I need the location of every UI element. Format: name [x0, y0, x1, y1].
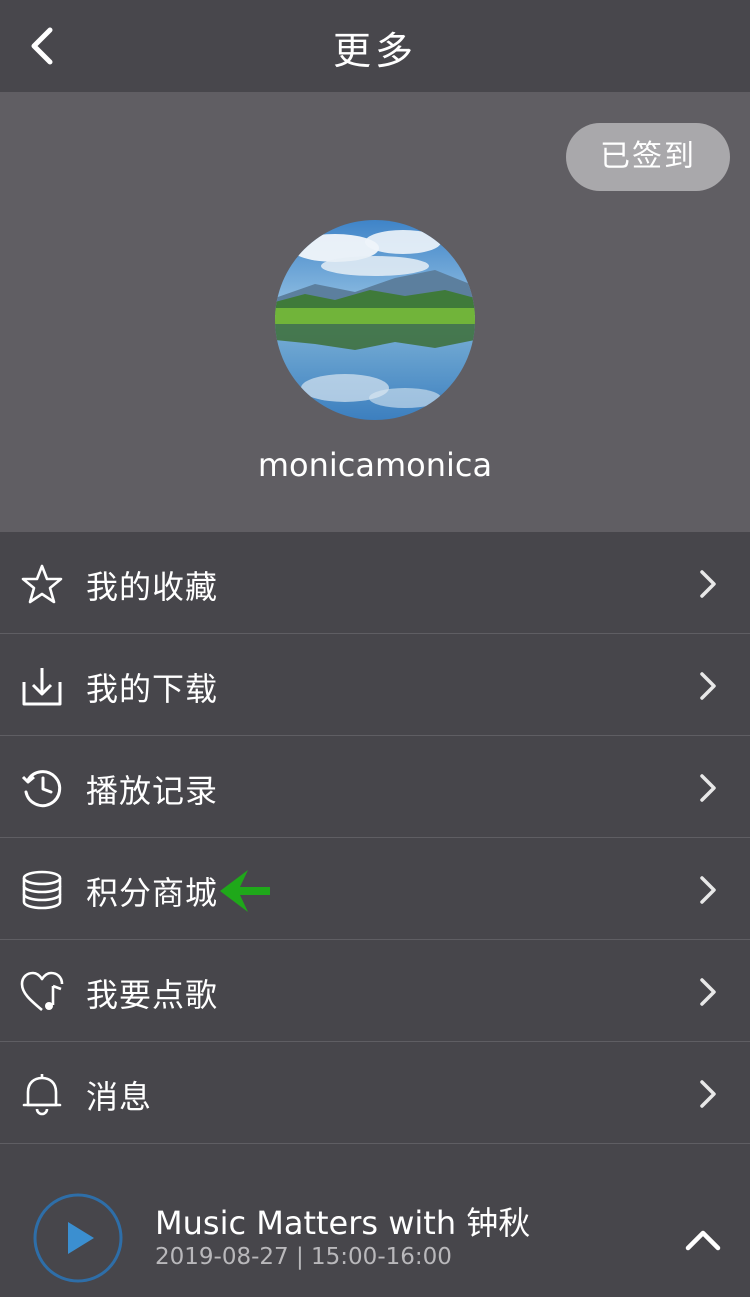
menu-item-label: 我的收藏	[86, 568, 219, 606]
menu-item-label: 我要点歌	[86, 976, 219, 1014]
menu-item-downloads[interactable]: 我的下载	[0, 634, 750, 736]
menu-item-label: 我的下载	[86, 670, 219, 708]
username: monicamonica	[257, 446, 493, 484]
heart-music-icon	[20, 971, 64, 1011]
track-time: 2019-08-27 | 15:00-16:00	[155, 1244, 452, 1270]
coins-icon	[22, 870, 62, 910]
profile-header: 已签到 monicamonica	[0, 92, 750, 532]
mini-player[interactable]: Music Matters with 钟秋 2019-08-27 | 15:00…	[0, 1170, 750, 1297]
chevron-right-icon	[700, 774, 716, 802]
menu-item-play-history[interactable]: 播放记录	[0, 736, 750, 838]
avatar[interactable]	[275, 220, 475, 420]
chevron-up-icon[interactable]	[682, 1224, 724, 1254]
page-title: 更多	[332, 29, 417, 73]
chevron-right-icon	[700, 876, 716, 904]
menu-item-favorites[interactable]: 我的收藏	[0, 532, 750, 634]
menu-item-messages[interactable]: 消息	[0, 1042, 750, 1144]
menu-item-request-song[interactable]: 我要点歌	[0, 940, 750, 1042]
chevron-right-icon	[700, 672, 716, 700]
history-icon	[21, 770, 62, 808]
menu-item-label: 积分商城	[86, 874, 219, 912]
bell-icon	[22, 1074, 62, 1116]
track-title: Music Matters with 钟秋	[155, 1204, 531, 1242]
menu-item-points-mall[interactable]: 积分商城	[0, 838, 750, 940]
chevron-right-icon	[700, 570, 716, 598]
checkin-button[interactable]: 已签到	[566, 123, 730, 191]
menu-item-label: 播放记录	[86, 772, 219, 810]
annotation-arrow-icon	[220, 870, 270, 912]
play-icon	[68, 1222, 94, 1254]
top-nav-bar: 更多	[0, 0, 750, 92]
menu-item-label: 消息	[86, 1078, 153, 1116]
menu-list: 我的收藏 我的下载 播放记录 积分商城 我要点歌 消息	[0, 532, 750, 1144]
star-icon	[21, 564, 63, 604]
chevron-right-icon	[700, 1080, 716, 1108]
chevron-right-icon	[700, 978, 716, 1006]
play-button[interactable]	[32, 1192, 124, 1284]
download-icon	[22, 668, 62, 706]
